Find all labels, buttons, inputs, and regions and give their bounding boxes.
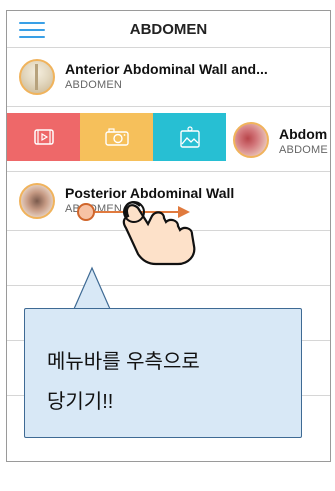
callout-line-1: 메뉴바를 우측으로 [47,351,200,373]
page-title: ABDOMEN [129,21,208,38]
anatomy-thumbnail [19,59,55,95]
list-item-anterior-abdominal-wall[interactable]: Anterior Abdominal Wall and... ABDOMEN [7,48,330,107]
video-icon [33,129,54,145]
callout-bubble: 메뉴바를 우측으로 당기기!! [24,308,302,438]
anatomy-thumbnail [19,183,55,219]
video-action-button[interactable] [7,113,80,161]
header-bar: ABDOMEN [7,11,330,48]
callout-line-2: 당기기!! [47,391,114,413]
swipe-gesture-hand-icon [77,201,196,266]
camera-icon [104,128,129,146]
list-item-title: Anterior Abdominal Wall and... [65,61,268,77]
gallery-action-button[interactable] [153,113,226,161]
callout-pointer [73,266,111,311]
gallery-icon [179,126,200,148]
camera-action-button[interactable] [80,113,153,161]
swipe-actions [7,113,330,161]
list-item-subtitle: ABDOMEN [65,79,123,91]
